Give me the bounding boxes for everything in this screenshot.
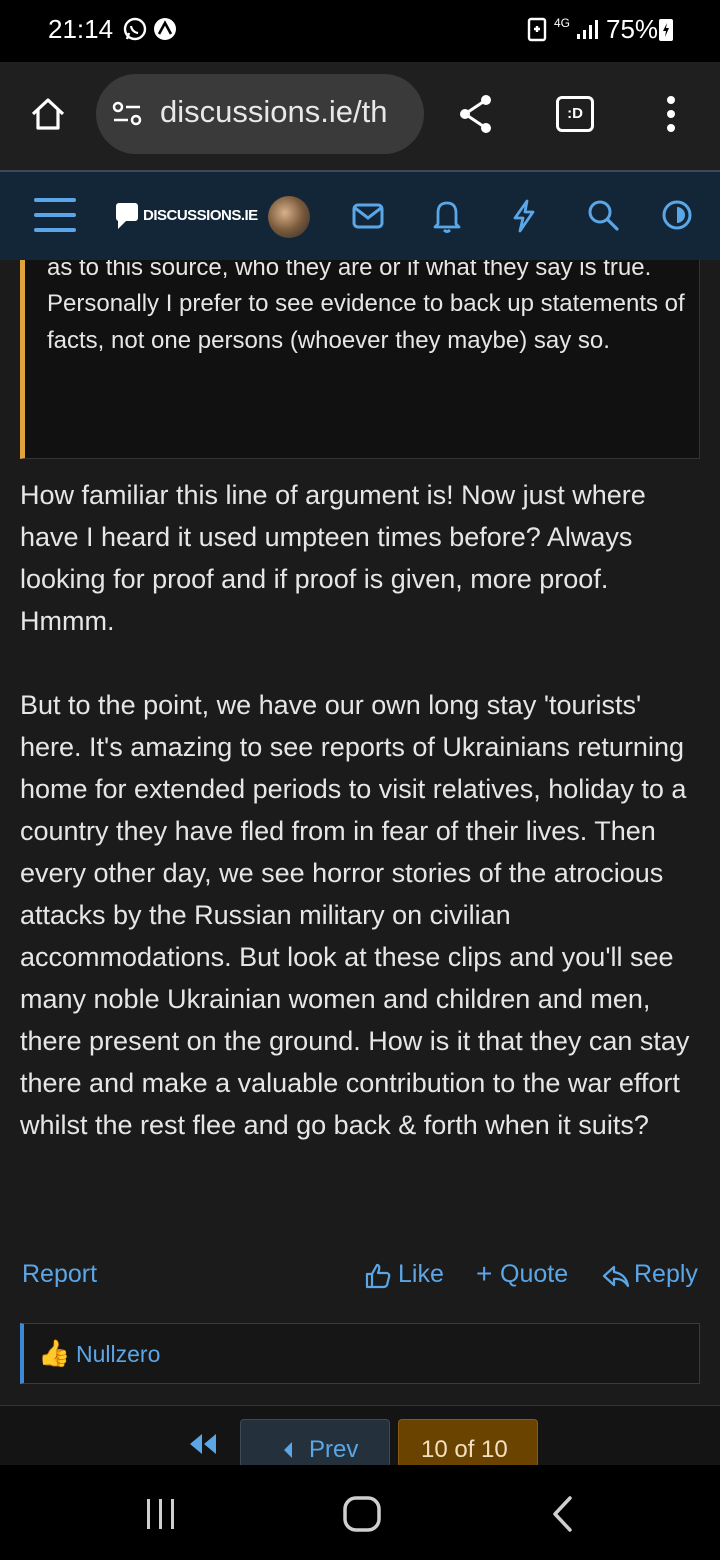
network-label: 4G (554, 16, 571, 30)
plus-icon: + (476, 1258, 493, 1289)
recent-apps-icon[interactable] (144, 1497, 178, 1531)
prev-page-button[interactable]: Prev (240, 1419, 390, 1465)
hamburger-menu-icon[interactable] (32, 194, 78, 236)
tab-switcher-icon[interactable]: :D (556, 96, 594, 132)
prev-label: Prev (309, 1436, 359, 1463)
quote-text: as to this source, who they are or if wh… (47, 260, 685, 354)
whatsapp-icon (123, 17, 147, 41)
battery-percent: 75% (606, 14, 659, 44)
report-link[interactable]: Report (22, 1260, 97, 1289)
battery-saver-icon (527, 17, 547, 42)
browser-toolbar: discussions.ie/th :D (0, 62, 720, 170)
page-indicator[interactable]: 10 of 10 (398, 1419, 538, 1465)
site-logo-text[interactable]: DISCUSSIONS.IE (143, 207, 258, 224)
battery-icon (659, 19, 673, 41)
sync-icon (154, 18, 176, 40)
chevron-left-icon (284, 1442, 292, 1458)
post-content: as to this source, who they are or if wh… (0, 260, 720, 1405)
menu-icon[interactable] (664, 94, 678, 134)
first-page-icon[interactable] (188, 1432, 218, 1456)
reaction-user[interactable]: Nullzero (76, 1341, 160, 1368)
like-reaction-icon: 👍 (38, 1338, 71, 1368)
back-nav-icon[interactable] (550, 1495, 576, 1533)
search-icon[interactable] (586, 198, 620, 232)
inbox-icon[interactable] (352, 202, 384, 230)
thumbs-up-icon (365, 1263, 391, 1289)
status-bar: 21:14 4G 75% (0, 0, 720, 62)
url-text: discussions.ie/th (160, 94, 388, 129)
signal-icon (577, 20, 598, 39)
site-header: DISCUSSIONS.IE (0, 170, 720, 260)
theme-toggle-icon[interactable] (660, 198, 694, 232)
logo-icon[interactable] (114, 200, 140, 232)
system-nav-bar (0, 1465, 720, 1560)
home-nav-icon[interactable] (342, 1495, 382, 1533)
quote-block: as to this source, who they are or if wh… (20, 260, 700, 459)
share-icon[interactable] (456, 92, 496, 136)
reactions-bar[interactable]: 👍 Nullzero (20, 1323, 700, 1384)
reply-label: Reply (634, 1260, 698, 1288)
site-settings-icon[interactable] (110, 100, 146, 128)
address-bar[interactable]: discussions.ie/th (96, 74, 424, 154)
pagination: Prev 10 of 10 (0, 1405, 720, 1465)
post-body: How familiar this line of argument is! N… (20, 480, 690, 1140)
lightning-icon[interactable] (510, 198, 538, 234)
avatar[interactable] (268, 196, 310, 238)
status-time: 21:14 (48, 14, 114, 44)
tab-switcher-label: :D (567, 105, 583, 122)
home-icon[interactable] (28, 94, 68, 134)
reply-icon (602, 1265, 630, 1288)
page-indicator-label: 10 of 10 (421, 1436, 508, 1463)
quote-label: Quote (500, 1260, 569, 1288)
like-label: Like (398, 1260, 444, 1288)
bell-icon[interactable] (432, 198, 462, 234)
